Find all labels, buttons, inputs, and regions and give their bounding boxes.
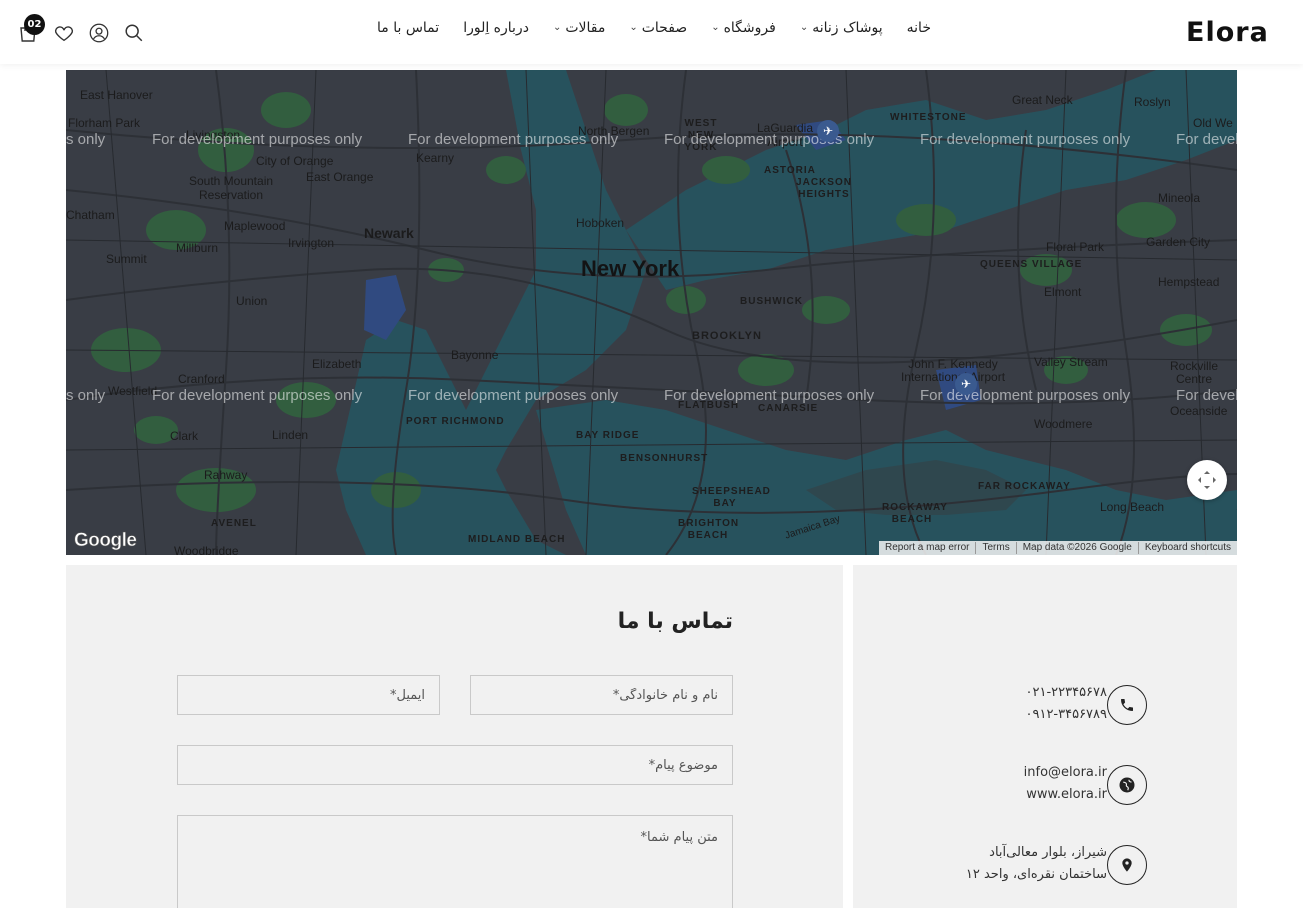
nav-item-label: پوشاک زنانه [812, 20, 883, 36]
nav-item-label: درباره اِلورا [463, 20, 529, 36]
map-data-credit: Map data ©2026 Google [1015, 542, 1138, 554]
nav-item-shop[interactable]: ⌄ فروشگاه [711, 20, 776, 36]
subject-field[interactable] [177, 745, 733, 785]
nav-item-label: خانه [906, 20, 931, 36]
map-watermark: For development purposes only [1176, 387, 1237, 404]
chevron-down-icon: ⌄ [711, 21, 720, 33]
report-map-error-link[interactable]: Report a map error [879, 542, 975, 554]
chevron-down-icon: ⌄ [552, 21, 562, 33]
chevron-down-icon: ⌄ [629, 21, 638, 33]
name-input[interactable] [485, 687, 718, 703]
terms-link[interactable]: Terms [975, 542, 1015, 554]
email-field[interactable] [177, 675, 440, 715]
airport-icon: ✈ [955, 373, 977, 395]
contact-phone-1[interactable]: ۰۲۱-۲۲۳۴۵۶۷۸ [1026, 682, 1108, 704]
map-watermark: For development purposes only [664, 387, 875, 404]
fullscreen-button[interactable] [1187, 460, 1227, 500]
contact-address-line-1: شیراز، بلوار معالی‌آباد [989, 845, 1107, 860]
map-watermark: For development purposes only [664, 131, 875, 148]
contact-address-line-2: ساختمان نقره‌ای، واحد ۱۲ [965, 867, 1107, 882]
nav-item-label: فروشگاه [723, 20, 776, 36]
cart-count-badge: 02 [24, 14, 45, 35]
map-watermark: For development purposes only [152, 387, 363, 404]
globe-icon [1119, 777, 1135, 793]
nav-item-label: مقالات [565, 20, 606, 36]
logo[interactable]: Elora [1186, 17, 1290, 49]
nav-item-womens-clothing[interactable]: ⌄ پوشاک زنانه [800, 20, 883, 36]
name-field[interactable] [470, 675, 733, 715]
map-watermark: For development purposes only [408, 387, 619, 404]
keyboard-shortcuts-link[interactable]: Keyboard shortcuts [1137, 542, 1237, 554]
nav-item-label: صفحات [641, 20, 688, 36]
map-watermark: For development purposes only [152, 131, 363, 148]
map-attribution: Report a map error Terms Map data ©2026 … [878, 541, 1237, 555]
phone-icon-circle [1107, 685, 1147, 725]
site-header: Elora تماس با ما درباره اِلورا ⌄ مقالات ⌄… [0, 0, 1303, 64]
subject-input[interactable] [192, 757, 718, 773]
map-watermark: For development purposes only [1176, 131, 1237, 148]
heart-icon [55, 26, 73, 42]
globe-icon-circle [1107, 765, 1147, 805]
user-icon [89, 23, 109, 43]
nav-item-contact[interactable]: تماس با ما [377, 20, 439, 36]
nav-item-home[interactable]: خانه [907, 20, 931, 36]
message-textarea[interactable] [192, 830, 718, 908]
wishlist-button[interactable] [51, 20, 77, 46]
map-watermark: s only [66, 131, 106, 148]
location-icon-circle [1107, 845, 1147, 885]
account-button[interactable] [86, 20, 112, 46]
nav-item-about[interactable]: درباره اِلورا [463, 20, 529, 36]
contact-form-panel: تماس با ما [66, 565, 843, 908]
nav-item-pages[interactable]: ⌄ صفحات [629, 20, 687, 36]
main-nav: تماس با ما درباره اِلورا ⌄ مقالات ⌄ صفحات … [377, 20, 931, 36]
airport-icon: ✈ [817, 120, 839, 142]
contact-form-title: تماس با ما [617, 609, 733, 634]
map-watermark: For development purposes only [920, 387, 1131, 404]
map-watermark: s only [66, 387, 106, 404]
message-field[interactable] [177, 815, 733, 908]
phone-icon [1121, 699, 1133, 711]
chevron-down-icon: ⌄ [799, 21, 809, 33]
contact-email[interactable]: info@elora.ir [1024, 762, 1107, 784]
map-watermark: For development purposes only [408, 131, 619, 148]
map-watermark: For development purposes only [920, 131, 1131, 148]
search-button[interactable] [121, 20, 147, 46]
email-input[interactable] [192, 687, 425, 703]
contact-website[interactable]: www.elora.ir [1026, 784, 1107, 806]
contact-info-panel: ۰۲۱-۲۲۳۴۵۶۷۸ ۰۹۱۲-۳۴۵۶۷۸۹ info@elora.ir … [853, 565, 1237, 908]
contact-phone-2[interactable]: ۰۹۱۲-۳۴۵۶۷۸۹ [1026, 704, 1108, 726]
nav-item-articles[interactable]: ⌄ مقالات [553, 20, 605, 36]
nav-item-label: تماس با ما [377, 20, 440, 36]
location-pin-icon [1122, 858, 1132, 872]
search-icon [125, 24, 143, 42]
fullscreen-icon [1198, 471, 1216, 489]
google-logo: Google [74, 530, 138, 552]
location-map[interactable]: East Hanover Florham Park Livingston Cit… [66, 70, 1237, 555]
